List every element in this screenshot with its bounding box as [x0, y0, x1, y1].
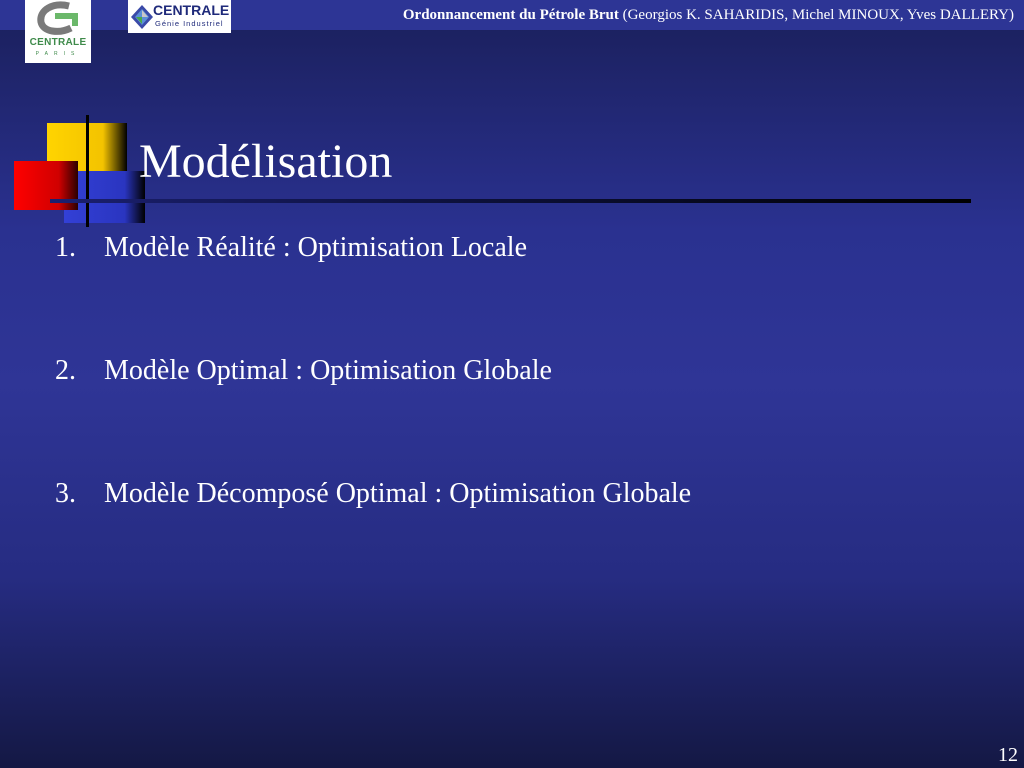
header-title-bold: Ordonnancement du Pétrole Brut	[402, 7, 619, 23]
centrale-paris-emblem-icon	[37, 1, 78, 35]
list-item-text: Modèle Décomposé Optimal : Optimisation …	[104, 478, 692, 509]
list-item-number: 2.	[55, 355, 76, 386]
slide-title: Modélisation	[139, 135, 393, 188]
genie-industriel-wordmark: CENTRALE	[153, 2, 230, 18]
presentation-header-title: Ordonnancement du Pétrole Brut (Georgios…	[403, 7, 1014, 24]
centrale-paris-wordmark: CENTRALE	[29, 37, 87, 48]
list-item-text: Modèle Réalité : Optimisation Locale	[104, 232, 527, 263]
diamond-emblem-icon	[131, 5, 153, 29]
title-underline	[50, 199, 971, 203]
list-item-number: 3.	[55, 478, 76, 509]
genie-industriel-subtitle: Génie Industriel	[155, 19, 224, 28]
header-authors: (Georgios K. SAHARIDIS, Michel MINOUX, Y…	[622, 7, 1014, 23]
centrale-paris-subtitle: PARIS	[35, 51, 81, 57]
list-item-text: Modèle Optimal : Optimisation Globale	[104, 355, 552, 386]
list-item-number: 1.	[55, 232, 76, 263]
slide-page-number: 12	[998, 744, 1018, 766]
centrale-paris-logo: CENTRALE PARIS	[25, 0, 91, 63]
list-item: 2. Modèle Optimal : Optimisation Globale	[55, 355, 552, 387]
vertical-divider-line	[86, 115, 89, 227]
centrale-genie-industriel-logo: CENTRALE Génie Industriel	[128, 0, 231, 33]
list-item: 3. Modèle Décomposé Optimal : Optimisatio…	[55, 478, 691, 510]
list-item: 1. Modèle Réalité : Optimisation Locale	[55, 232, 527, 264]
